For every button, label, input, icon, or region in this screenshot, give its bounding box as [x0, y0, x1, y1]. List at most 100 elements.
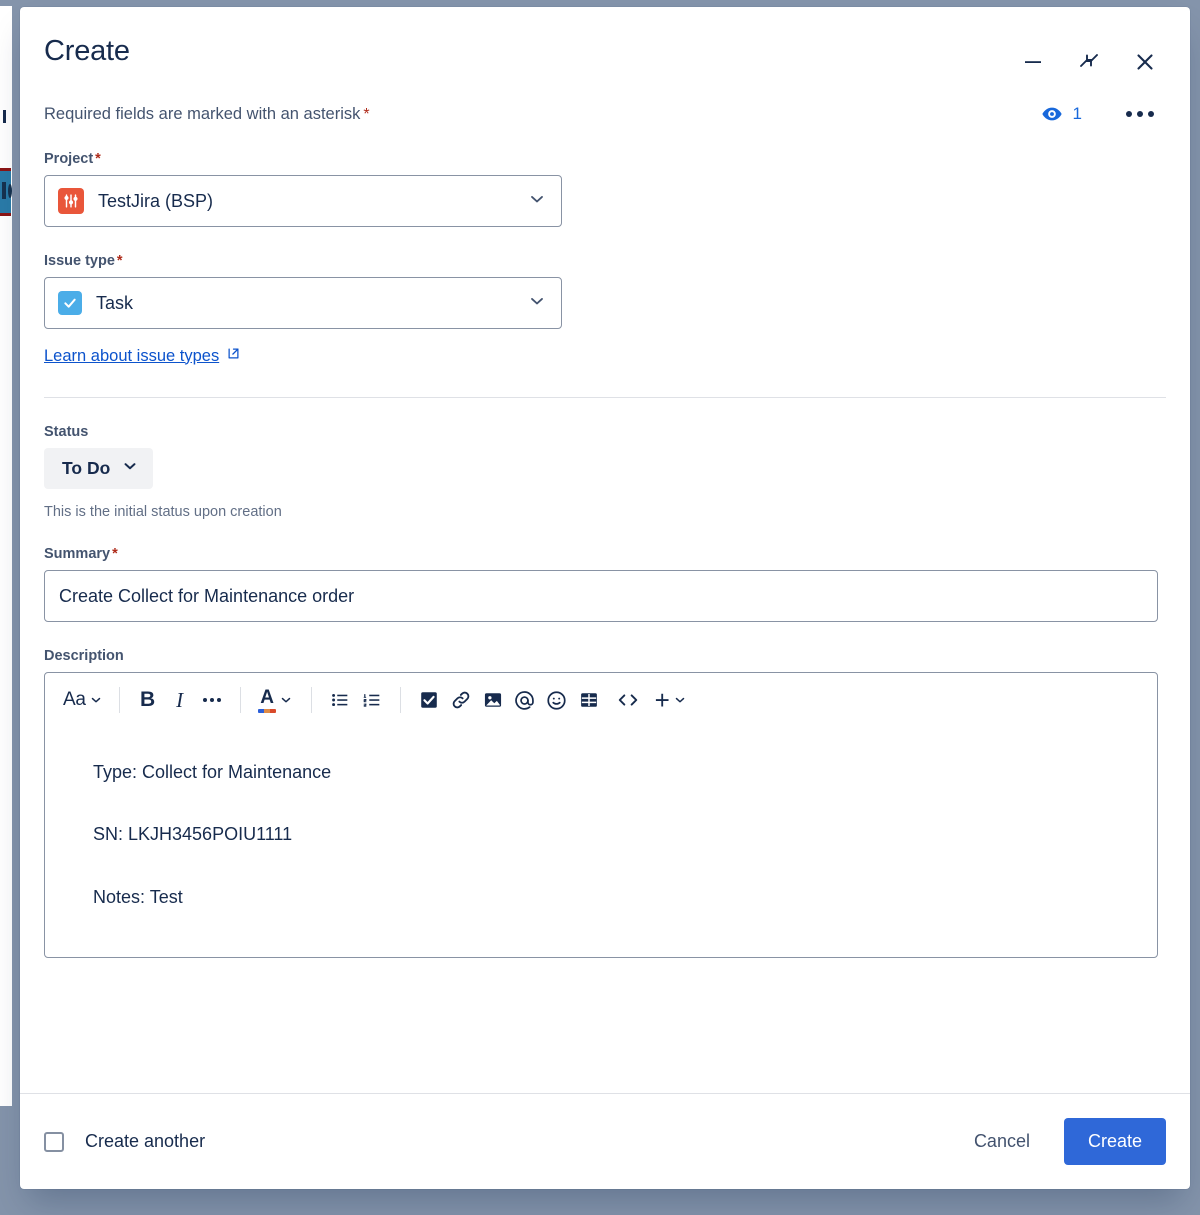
watchers-button[interactable]: 1	[1041, 103, 1082, 125]
mention-button[interactable]	[509, 682, 541, 718]
more-formatting-icon	[203, 698, 221, 702]
text-styles-button[interactable]: Aa	[59, 682, 107, 718]
collapse-button[interactable]	[1074, 47, 1104, 77]
create-another-toggle[interactable]: Create another	[44, 1131, 205, 1152]
watch-eye-icon	[1041, 103, 1063, 125]
required-asterisk: *	[360, 106, 369, 123]
bullet-list-button[interactable]	[324, 682, 356, 718]
required-fields-note: Required fields are marked with an aster…	[44, 105, 370, 124]
mention-icon	[513, 689, 536, 712]
description-editor: Aa B I A	[44, 672, 1158, 958]
footer-actions: Cancel Create	[960, 1118, 1166, 1165]
page-title: Create	[44, 35, 130, 68]
numbered-list-button[interactable]	[356, 682, 388, 718]
code-icon	[616, 689, 640, 711]
close-icon	[1132, 49, 1158, 75]
dialog-title-row: Create	[44, 35, 1164, 77]
link-icon	[450, 689, 472, 711]
plus-icon: +	[655, 687, 670, 713]
project-label-text: Project	[44, 151, 93, 167]
text-color-button[interactable]: A	[253, 682, 299, 718]
link-button[interactable]	[445, 682, 477, 718]
project-select[interactable]: TestJira (BSP)	[44, 175, 562, 227]
more-actions-icon-dot2	[1137, 111, 1143, 117]
project-select-value: TestJira (BSP)	[98, 191, 213, 212]
section-divider	[44, 397, 1166, 398]
status-field-block: Status To Do This is the initial status …	[44, 424, 1166, 520]
project-field-block: Project*	[44, 151, 1166, 227]
create-button[interactable]: Create	[1064, 1118, 1166, 1165]
project-sliders-icon	[58, 188, 84, 214]
summary-input[interactable]	[44, 570, 1158, 622]
description-label: Description	[44, 648, 1166, 664]
description-content[interactable]: Type: Collect for Maintenance SN: LKJH34…	[45, 727, 1157, 957]
more-actions-button[interactable]	[1122, 107, 1158, 121]
issue-type-field-block: Issue type* Task Learn about issue types	[44, 253, 1166, 366]
image-icon	[482, 689, 504, 711]
checkbox-list-icon	[418, 689, 440, 711]
table-button[interactable]	[573, 682, 605, 718]
task-check-icon	[58, 291, 82, 315]
bullet-list-icon	[329, 689, 351, 711]
external-link-icon	[226, 346, 241, 366]
description-line: SN: LKJH3456POIU1111	[45, 823, 1157, 846]
project-required-asterisk: *	[93, 151, 101, 167]
table-icon	[578, 689, 600, 711]
close-button[interactable]	[1130, 47, 1160, 77]
chevron-down-icon	[673, 693, 687, 707]
summary-required-asterisk: *	[110, 546, 118, 562]
text-styles-icon: Aa	[63, 689, 86, 711]
bold-icon: B	[140, 688, 155, 712]
watcher-count: 1	[1073, 104, 1082, 124]
toolbar-separator	[240, 687, 241, 713]
text-color-swatch	[258, 709, 276, 713]
description-line: Type: Collect for Maintenance	[45, 761, 1157, 784]
issue-type-label: Issue type*	[44, 253, 1166, 269]
chevron-down-icon	[527, 189, 547, 214]
toolbar-separator	[119, 687, 120, 713]
summary-field-block: Summary*	[44, 546, 1166, 622]
more-actions-icon	[1126, 111, 1132, 117]
task-list-button[interactable]	[413, 682, 445, 718]
numbered-list-icon	[361, 689, 383, 711]
create-issue-dialog: Create	[20, 7, 1190, 1189]
header-right-actions: 1	[1041, 103, 1158, 125]
emoji-icon	[545, 689, 568, 712]
description-field-block: Description Aa B I	[44, 648, 1166, 958]
chevron-down-icon	[527, 291, 547, 316]
minimize-button[interactable]	[1018, 47, 1048, 77]
required-fields-text: Required fields are marked with an aster…	[44, 105, 360, 123]
project-select-value-wrap: TestJira (BSP)	[58, 188, 527, 214]
dialog-header: Create	[20, 7, 1190, 125]
image-button[interactable]	[477, 682, 509, 718]
create-another-checkbox[interactable]	[44, 1132, 64, 1152]
code-button[interactable]	[605, 682, 651, 718]
text-color-icon: A	[258, 688, 276, 713]
italic-icon: I	[176, 688, 183, 713]
emoji-button[interactable]	[541, 682, 573, 718]
minimize-icon	[1021, 50, 1045, 74]
learn-about-issue-types-link[interactable]: Learn about issue types	[44, 346, 241, 366]
chevron-down-icon	[89, 693, 103, 707]
status-value: To Do	[62, 458, 110, 479]
cancel-button[interactable]: Cancel	[960, 1121, 1044, 1162]
window-controls	[1018, 35, 1164, 77]
collapse-arrows-icon	[1077, 50, 1101, 74]
summary-label: Summary*	[44, 546, 1166, 562]
bold-button[interactable]: B	[132, 682, 164, 718]
status-hint: This is the initial status upon creation	[44, 504, 1166, 520]
insert-more-button[interactable]: +	[651, 682, 691, 718]
dialog-subheader-row: Required fields are marked with an aster…	[44, 103, 1164, 125]
summary-label-text: Summary	[44, 546, 110, 562]
more-formatting-button[interactable]	[196, 682, 228, 718]
text-color-letter: A	[260, 688, 274, 707]
background-selected-row-mark	[2, 182, 6, 199]
project-label: Project*	[44, 151, 1166, 167]
create-another-label: Create another	[85, 1131, 205, 1152]
background-selected-row-mark-secondary	[8, 184, 12, 198]
italic-button[interactable]: I	[164, 682, 196, 718]
dialog-body: Project*	[20, 125, 1190, 1093]
status-badge[interactable]: To Do	[44, 448, 153, 489]
issue-type-value: Task	[96, 293, 133, 314]
issue-type-select[interactable]: Task	[44, 277, 562, 329]
